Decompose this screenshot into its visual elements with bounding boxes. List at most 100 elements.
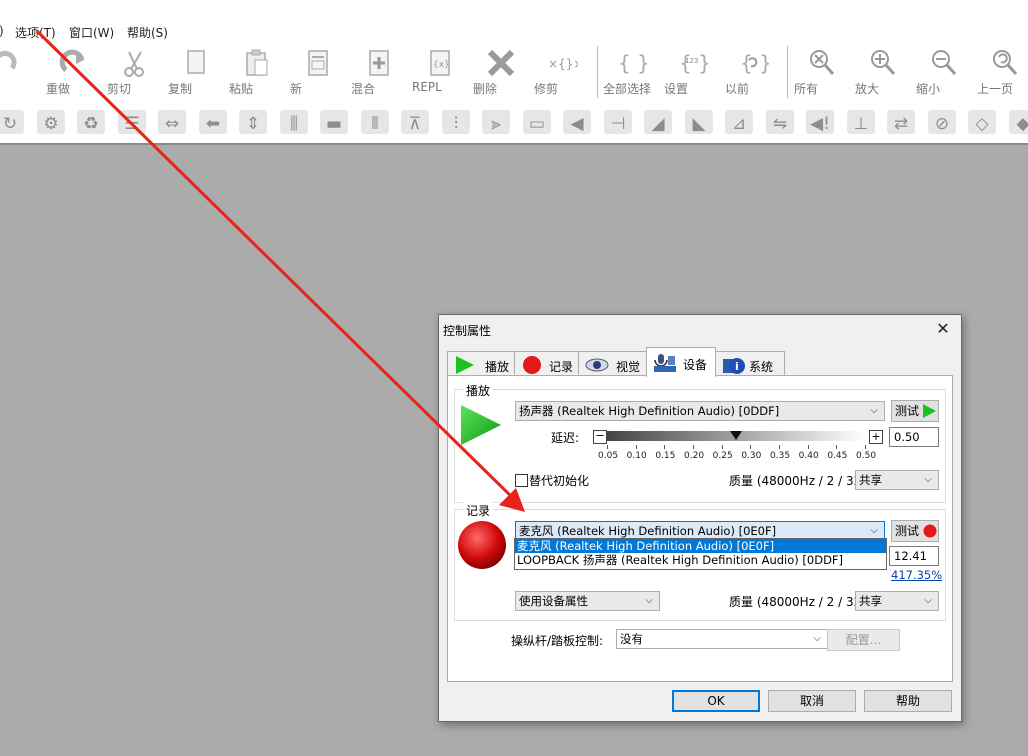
noise-icon[interactable]: ⊼ [399, 106, 431, 138]
volume-cut-icon[interactable]: ⊣ [602, 106, 634, 138]
previous-button[interactable]: { } 以前 [725, 46, 781, 100]
record-group-title: 记录 [463, 502, 494, 519]
zoom-out-button[interactable]: 缩小 [916, 46, 972, 100]
tab-playback-label: 播放 [485, 360, 510, 374]
svg-text:♻: ♻ [83, 114, 98, 134]
marker-icon[interactable]: ▭ [521, 106, 553, 138]
tab-playback[interactable]: 播放 [447, 351, 515, 376]
tab-device[interactable]: 设备 [646, 347, 716, 377]
normalize-icon[interactable]: ⇋ [764, 106, 796, 138]
delay-tick-label: 0.10 [626, 451, 647, 461]
menu-help[interactable]: 帮助(S) [127, 24, 168, 41]
tick-mark [807, 445, 809, 449]
chevron-down-icon: ⌵ [813, 633, 821, 644]
record-level-percent[interactable]: 417.35% [891, 568, 942, 582]
svg-text:⊘: ⊘ [934, 114, 948, 134]
waveform-icon[interactable]: ⫴ [359, 106, 391, 138]
delay-value: 0.50 [894, 430, 920, 444]
volume-alert-icon[interactable]: ◀! [804, 106, 836, 138]
redo-icon [59, 49, 85, 72]
device-properties-select[interactable]: 使用设备属性 ⌵ [515, 591, 660, 611]
copy-button[interactable]: 复制 [168, 46, 224, 100]
speaker-icon[interactable]: ◀ [561, 106, 593, 138]
settings-label: 设置 [664, 82, 689, 96]
pitch-icon[interactable]: ⊥ [845, 106, 877, 138]
previous-page-icon [993, 50, 1018, 75]
expand-icon[interactable]: ⇔ [156, 106, 188, 138]
delay-value-field[interactable]: 0.50 [889, 427, 939, 447]
configure-button[interactable]: 配置... [827, 629, 900, 651]
help-button[interactable]: 帮助 [864, 690, 952, 712]
resize-icon[interactable]: ⇕ [237, 106, 269, 138]
svg-text:⊿: ⊿ [732, 114, 746, 134]
swap-icon[interactable]: ⇄ [885, 106, 917, 138]
cancel-button[interactable]: 取消 [768, 690, 856, 712]
close-icon[interactable]: ✕ [929, 318, 957, 340]
mix-button[interactable]: 混合 [351, 46, 407, 100]
delay-tick-label: 0.25 [712, 451, 733, 461]
decrease-icon[interactable]: − [593, 430, 607, 444]
copy-icon [187, 50, 205, 74]
tab-system[interactable]: i 系统 [715, 351, 785, 376]
toolbar-divider [597, 46, 598, 98]
replace-button[interactable]: {x} REPL [412, 46, 468, 100]
settings-button[interactable]: { } 123 设置 [664, 46, 720, 100]
joystick-select[interactable]: 没有 ⌵ [616, 629, 828, 649]
increase-icon[interactable]: + [869, 430, 883, 444]
tick-mark [607, 445, 608, 449]
cut-button[interactable]: 剪切 [107, 46, 163, 100]
tab-visual[interactable]: 视觉 [578, 351, 648, 376]
menu-window[interactable]: 窗口(W) [69, 24, 114, 41]
tab-record[interactable]: 记录 [514, 351, 579, 376]
diamond-right-icon[interactable]: ◆ [1007, 106, 1028, 138]
diamond-left-icon[interactable]: ◇ [966, 106, 998, 138]
settings-icon: { }123 [679, 51, 708, 75]
record-test-button[interactable]: 测试 [891, 520, 939, 542]
slider-thumb[interactable] [730, 431, 742, 440]
record-level-field[interactable]: 12.41 [889, 546, 939, 566]
gear-icon[interactable]: ⚙ [35, 106, 67, 138]
dropdown-option-loopback[interactable]: LOOPBACK 扬声器 (Realtek High Definition Au… [515, 553, 886, 567]
playback-test-button[interactable]: 测试 [891, 400, 939, 422]
ok-label: OK [707, 694, 725, 708]
list-icon[interactable]: ☰ [116, 106, 148, 138]
tick-mark [836, 445, 838, 449]
compress-icon[interactable]: ▬ [318, 106, 350, 138]
select-all-button[interactable]: { } 全部选择 [603, 46, 659, 100]
amplify-icon[interactable]: ⊿ [723, 106, 755, 138]
undo-button[interactable]: ▾ 消 [0, 46, 30, 100]
previous-page-button[interactable]: 上一页 [977, 46, 1028, 100]
undo-icon: ▾ [0, 50, 17, 70]
split-icon[interactable]: ⫶ [440, 106, 472, 138]
trim-button[interactable]: ×{}× 修剪 [534, 46, 590, 100]
fade-in-icon[interactable]: ◢ [642, 106, 674, 138]
alt-init-checkbox[interactable] [515, 474, 528, 487]
mute-icon[interactable]: ⊘ [926, 106, 958, 138]
equalizer-icon[interactable]: ⫼ [278, 106, 310, 138]
delay-slider[interactable]: − + [593, 430, 883, 444]
ok-button[interactable]: OK [672, 690, 760, 712]
playback-device-select[interactable]: 扬声器 (Realtek High Definition Audio) [0DD… [515, 401, 885, 421]
svg-text:⫼: ⫼ [290, 114, 298, 134]
redo-button[interactable]: 重做 [46, 46, 102, 100]
delete-button[interactable]: 删除 [473, 46, 529, 100]
menu-options[interactable]: 选项(T) [15, 24, 56, 41]
new-icon [308, 50, 328, 76]
recycle-icon[interactable]: ♻ [75, 106, 107, 138]
record-share-select[interactable]: 共享 ⌵ [855, 591, 939, 611]
delay-tick-label: 0.15 [655, 451, 676, 461]
paste-button[interactable]: 粘贴 [229, 46, 285, 100]
arrow-left-icon[interactable]: ⬅ [197, 106, 229, 138]
zoom-all-button[interactable]: 所有 [794, 46, 850, 100]
playback-share-select[interactable]: 共享 ⌵ [855, 470, 939, 490]
record-level-percent-link[interactable]: 417.35% [891, 568, 942, 582]
zoom-in-button[interactable]: 放大 [855, 46, 911, 100]
zoom-out-icon [932, 50, 957, 75]
copy-label: 复制 [168, 82, 193, 96]
join-icon[interactable]: ⫸ [480, 106, 512, 138]
delete-label: 删除 [473, 82, 498, 96]
fade-out-icon[interactable]: ◣ [683, 106, 715, 138]
loop-icon[interactable]: ↻ [0, 106, 26, 138]
new-button[interactable]: 新 [290, 46, 346, 100]
dropdown-option-microphone[interactable]: 麦克风 (Realtek High Definition Audio) [0E0… [515, 539, 886, 553]
